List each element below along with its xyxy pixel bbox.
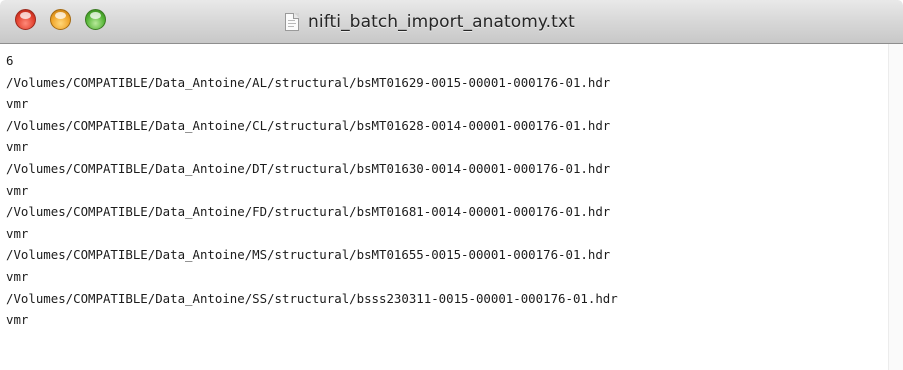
text-editor-window: nifti_batch_import_anatomy.txt 6/Volumes…	[0, 0, 903, 370]
text-line[interactable]: vmr	[6, 309, 876, 331]
text-document-icon[interactable]	[285, 13, 299, 31]
text-line[interactable]: /Volumes/COMPATIBLE/Data_Antoine/MS/stru…	[6, 244, 876, 266]
text-line[interactable]: /Volumes/COMPATIBLE/Data_Antoine/SS/stru…	[6, 288, 876, 310]
zoom-button[interactable]	[85, 9, 106, 30]
text-line[interactable]: vmr	[6, 223, 876, 245]
text-line[interactable]: /Volumes/COMPATIBLE/Data_Antoine/AL/stru…	[6, 72, 876, 94]
text-line[interactable]: vmr	[6, 180, 876, 202]
text-line[interactable]: /Volumes/COMPATIBLE/Data_Antoine/CL/stru…	[6, 115, 876, 137]
text-line[interactable]: 6	[6, 50, 876, 72]
doc-line	[288, 23, 296, 24]
title-bar[interactable]: nifti_batch_import_anatomy.txt	[0, 0, 903, 44]
text-line[interactable]: vmr	[6, 266, 876, 288]
minimize-button[interactable]	[50, 9, 71, 30]
close-button-gloss	[20, 12, 31, 19]
doc-line	[288, 26, 294, 27]
zoom-button-gloss	[90, 12, 101, 19]
window-title-group: nifti_batch_import_anatomy.txt	[285, 9, 575, 35]
text-area[interactable]: 6/Volumes/COMPATIBLE/Data_Antoine/AL/str…	[6, 50, 876, 331]
document-content[interactable]: 6/Volumes/COMPATIBLE/Data_Antoine/AL/str…	[0, 44, 903, 370]
scrollbar-track[interactable]	[888, 44, 903, 370]
window-title: nifti_batch_import_anatomy.txt	[308, 12, 575, 32]
close-button[interactable]	[15, 9, 36, 30]
minimize-button-gloss	[55, 12, 66, 19]
text-line[interactable]: vmr	[6, 93, 876, 115]
text-line[interactable]: /Volumes/COMPATIBLE/Data_Antoine/FD/stru…	[6, 201, 876, 223]
text-line[interactable]: /Volumes/COMPATIBLE/Data_Antoine/DT/stru…	[6, 158, 876, 180]
doc-line	[288, 20, 295, 21]
text-line[interactable]: vmr	[6, 136, 876, 158]
